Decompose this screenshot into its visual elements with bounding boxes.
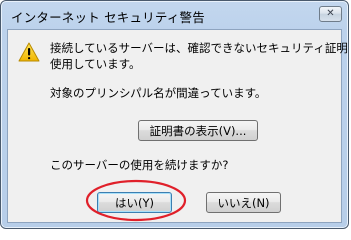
- view-certificate-button[interactable]: 証明書の表示(V)...: [138, 120, 258, 141]
- close-icon: ✕: [326, 8, 335, 19]
- message-line-2: 使用しています。: [50, 57, 141, 71]
- dialog-content: 接続しているサーバーは、確認できないセキュリティ証明書を 使用しています。 対象…: [7, 29, 348, 223]
- continue-question: このサーバーの使用を続けますか?: [50, 158, 229, 172]
- no-button[interactable]: いいえ(N): [206, 192, 281, 213]
- principal-name-message: 対象のプリンシパル名が間違っています。: [50, 86, 267, 100]
- dialog-title: インターネット セキュリティ警告: [11, 10, 205, 25]
- title-bar[interactable]: インターネット セキュリティ警告 ✕: [1, 1, 348, 29]
- close-button[interactable]: ✕: [319, 6, 342, 22]
- message-line-1: 接続しているサーバーは、確認できないセキュリティ証明書を: [50, 41, 349, 55]
- yes-button[interactable]: はい(Y): [97, 192, 172, 213]
- warning-icon: [18, 42, 40, 62]
- security-warning-dialog: インターネット セキュリティ警告 ✕ 接続しているサーバーは、確認できないセキュ…: [0, 0, 349, 229]
